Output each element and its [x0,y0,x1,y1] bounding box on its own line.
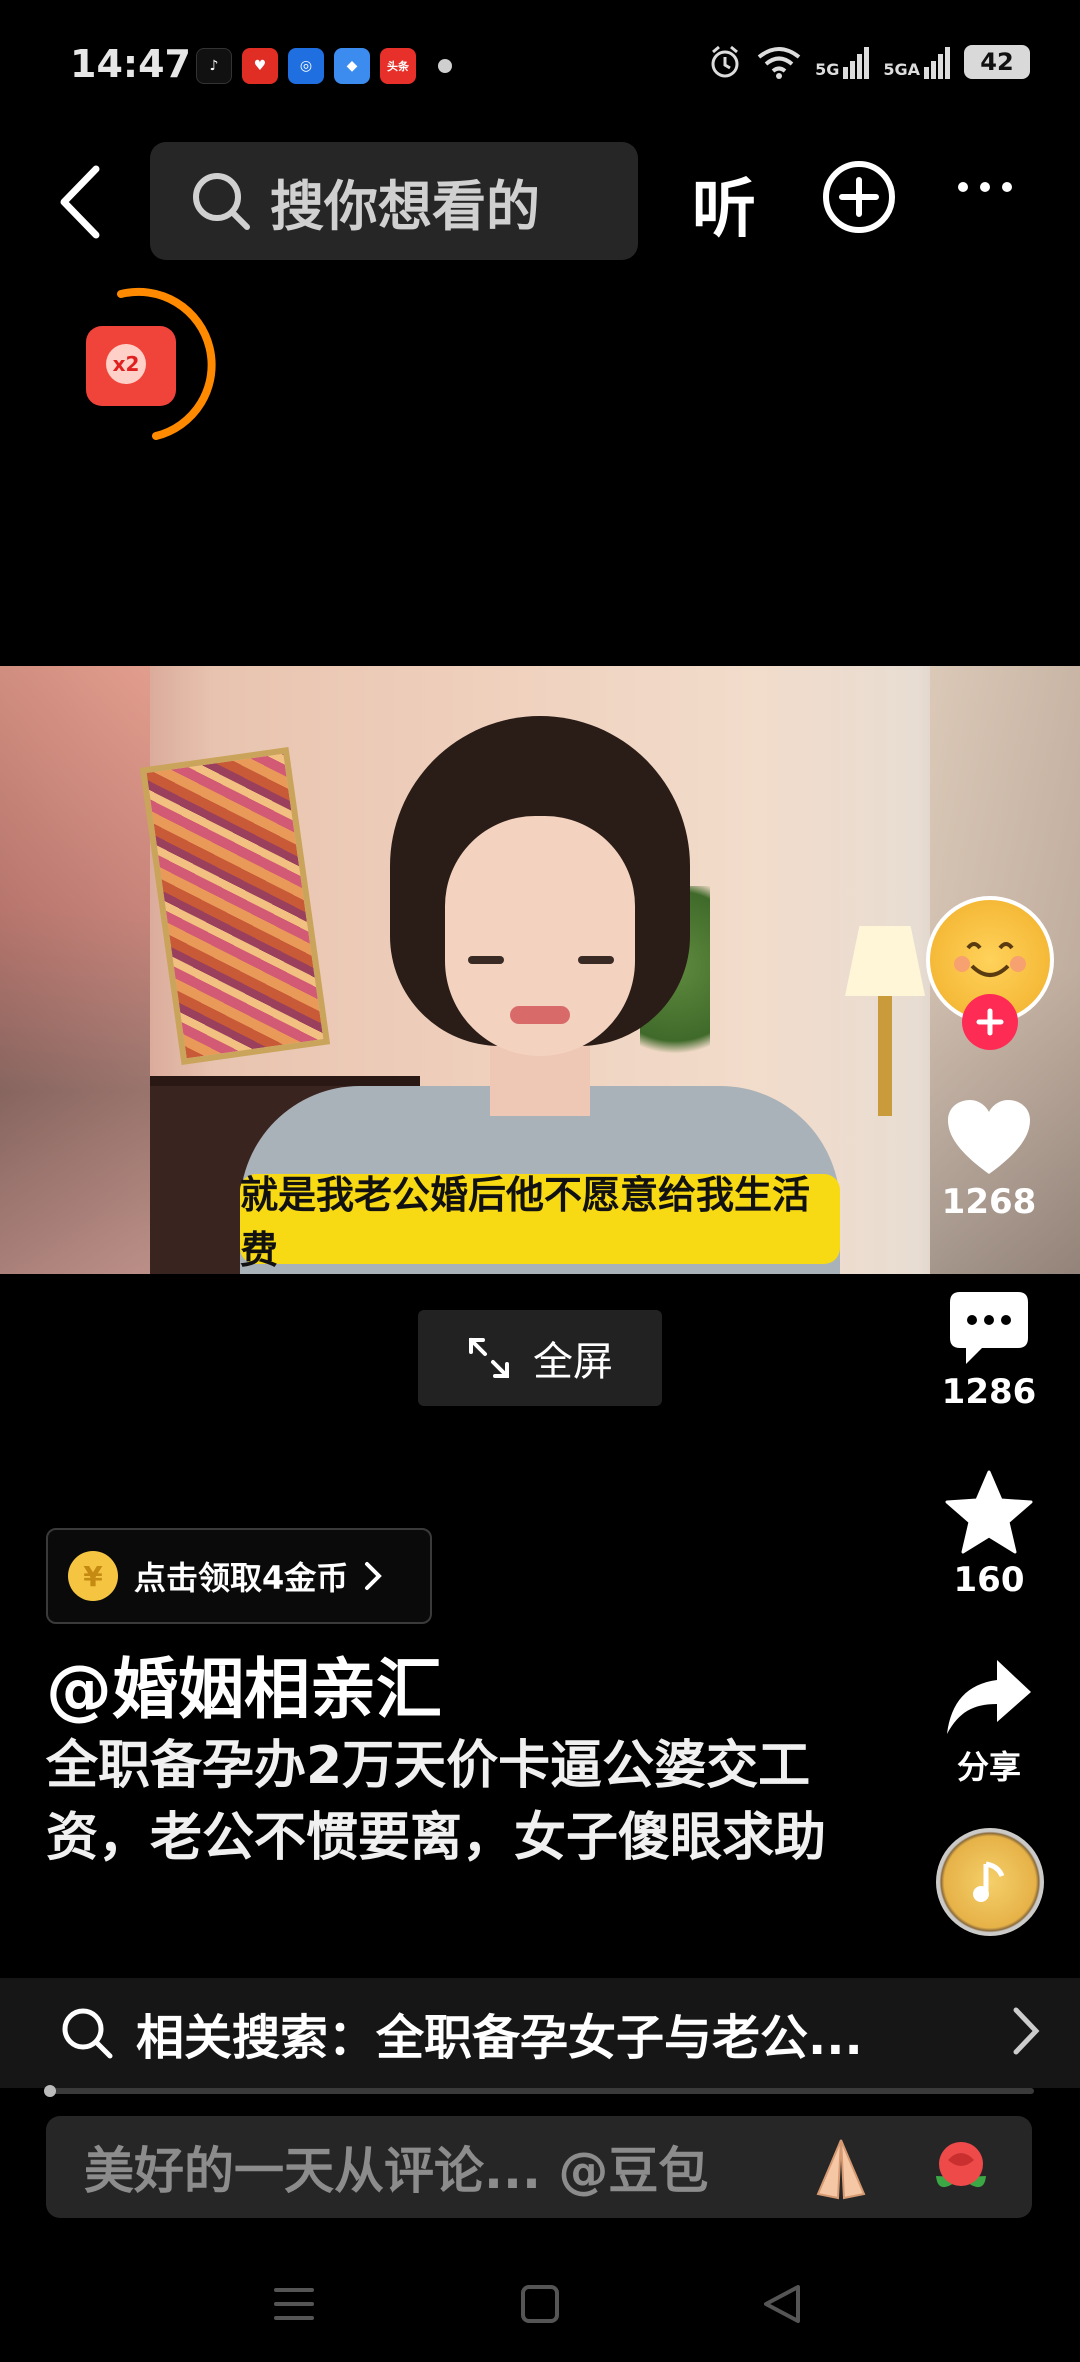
chevron-right-icon [365,1562,383,1590]
comment-count: 1286 [941,1372,1037,1412]
pinduoduo-icon: ♥ [242,48,278,84]
share-label: 分享 [956,1748,1021,1786]
signal-1-label: 5G [815,60,840,79]
comment-button[interactable]: 1286 [924,1290,1054,1412]
claim-coins-button[interactable]: ¥ 点击领取4金币 [46,1528,432,1624]
video-player[interactable]: 就是我老公婚后他不愿意给我生活费 [0,666,1080,1274]
back-triangle-icon[interactable] [762,2283,802,2325]
praying-hands-icon [816,2139,866,2200]
emoji-pray-button[interactable] [806,2134,876,2204]
recent-apps-icon[interactable] [272,2284,316,2324]
alarm-icon [711,45,739,78]
like-count: 1268 [941,1182,1037,1222]
video-progress-bar[interactable] [46,2088,1034,2094]
more-options-button[interactable] [958,182,1012,192]
claim-coins-label: 点击领取4金币 [134,1559,349,1597]
wifi-icon [757,47,801,79]
red-packet-multiplier: x2 [112,352,140,376]
more-dot-icon [1002,182,1012,192]
music-disc[interactable] [936,1828,1044,1936]
signal-2-icon: 5GA [883,45,950,79]
status-right: 5G 5GA 42 [707,44,1030,80]
share-arrow-icon [947,1660,1031,1734]
comment-icon [950,1292,1028,1364]
fullscreen-label: 全屏 [533,1339,613,1385]
comment-input[interactable]: 美好的一天从评论... @豆包 [46,2116,1032,2218]
favorite-button[interactable]: 160 [924,1470,1054,1600]
listen-button[interactable]: 听 [692,158,756,250]
author-name[interactable]: @婚姻相亲汇 [46,1636,442,1732]
back-button[interactable] [50,162,110,242]
plus-circle-icon [823,161,895,233]
signal-1-icon: 5G [815,45,870,79]
search-placeholder: 搜你想看的 [270,174,540,238]
share-button[interactable]: 分享 [924,1658,1054,1788]
rose-icon [936,2142,986,2188]
related-search-label: 相关搜索：全职备孕女子与老公... [136,2010,863,2066]
lamp [845,926,925,996]
more-dot-icon [958,182,968,192]
more-notifications-dot [438,59,452,73]
progress-knob[interactable] [44,2085,56,2097]
plus-icon [976,1008,1004,1036]
comment-placeholder: 美好的一天从评论... @豆包 [84,2142,709,2200]
red-envelope-icon: x2 [86,326,176,406]
search-icon [193,173,250,230]
status-bar: 14:47 ♪ ♥ ◎ ◆ 头条 5G 5GA 42 [0,0,1080,130]
notification-icons: ♪ ♥ ◎ ◆ 头条 [196,48,452,84]
related-search-bar[interactable]: 相关搜索：全职备孕女子与老公... [0,1978,1080,2088]
follow-button[interactable] [962,994,1018,1050]
expand-icon [469,1338,509,1378]
heart-icon [948,1100,1030,1174]
tiktok-icon: ♪ [196,48,232,84]
coin-icon: ¥ [68,1551,118,1601]
search-icon [62,2008,113,2059]
painting [139,747,331,1065]
app-blue-icon: ◎ [288,48,324,84]
fullscreen-button[interactable]: 全屏 [418,1310,662,1406]
system-navigation-bar [0,2250,1080,2362]
emoji-rose-button[interactable] [926,2134,996,2204]
video-subtitle: 就是我老公婚后他不愿意给我生活费 [240,1173,840,1272]
chevron-left-icon [60,165,100,239]
favorite-count: 160 [953,1560,1025,1600]
signal-2-label: 5GA [883,60,920,79]
video-description: 全职备孕办2万天价卡逼公婆交工资，老公不惯要离，女子傻眼求助 [46,1736,827,1868]
battery-indicator: 42 [964,45,1030,79]
search-input[interactable]: 搜你想看的 [150,142,638,260]
like-button[interactable]: 1268 [924,1098,1054,1222]
red-packet-widget[interactable]: x2 [78,287,216,450]
music-note-icon [973,1861,1005,1902]
more-dot-icon [980,182,990,192]
home-icon[interactable] [520,2284,560,2324]
app-blue2-icon: ◆ [334,48,370,84]
chevron-right-icon [1013,2007,1040,2055]
add-button[interactable] [822,160,896,238]
status-time: 14:47 [70,42,191,86]
toutiao-icon: 头条 [380,48,416,84]
star-icon [945,1470,1033,1554]
